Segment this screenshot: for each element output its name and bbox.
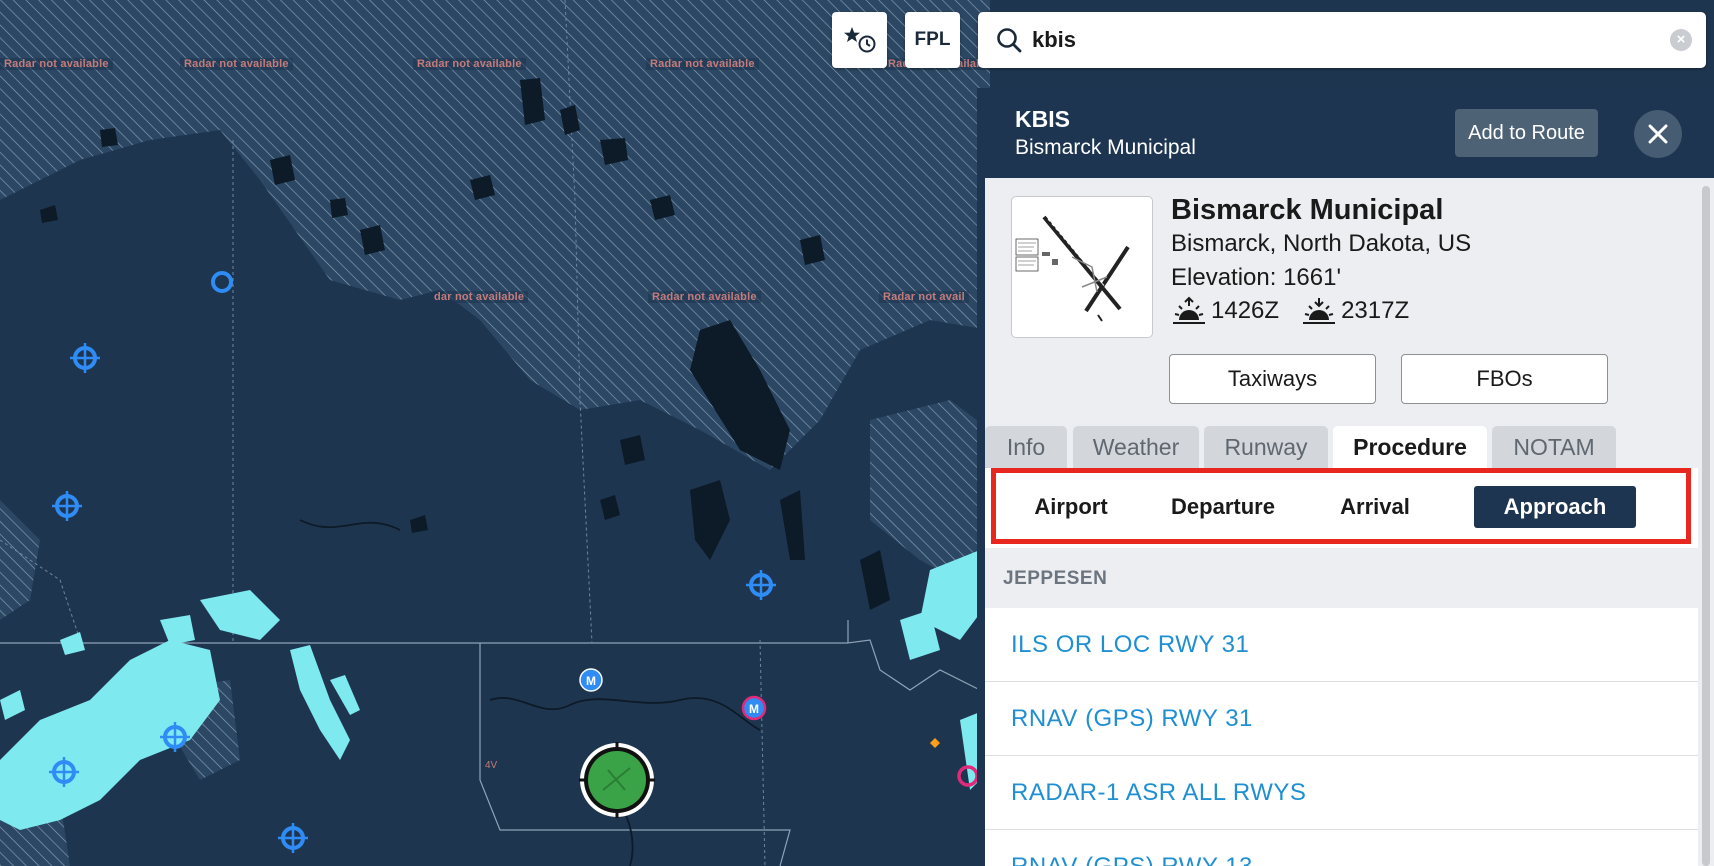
airport-info-panel: KBIS Bismarck Municipal Add to Route Bis… (977, 88, 1714, 866)
clear-search-icon[interactable]: × (1670, 29, 1692, 51)
panel-header: KBIS Bismarck Municipal Add to Route (977, 88, 1714, 178)
selected-airport-marker[interactable] (579, 742, 655, 818)
radar-na-label: Radar not available (646, 58, 759, 70)
procedure-item[interactable]: ILS OR LOC RWY 31 (985, 608, 1698, 682)
sun-times: 1426Z 2317Z (1171, 296, 1409, 326)
subtab-departure[interactable]: Departure (1153, 486, 1293, 528)
svg-text:M: M (749, 702, 759, 716)
sunrise-icon (1173, 296, 1205, 324)
favorites-recents-button[interactable] (832, 12, 887, 68)
towered-airport-marker[interactable]: M (741, 695, 767, 721)
close-panel-button[interactable] (1634, 110, 1682, 158)
sunrise-time: 1426Z (1211, 297, 1280, 324)
search-box[interactable]: × (978, 12, 1706, 68)
taxiways-button[interactable]: Taxiways (1169, 354, 1376, 404)
sunset-icon (1303, 298, 1336, 324)
airport-identifier: KBIS (1015, 106, 1070, 132)
orange-marker (930, 738, 940, 748)
tab-weather[interactable]: Weather (1073, 426, 1199, 468)
panel-body[interactable]: Bismarck Municipal Bismarck, North Dakot… (985, 178, 1698, 866)
section-header-jeppesen: JEPPESEN (985, 548, 1698, 608)
scrollbar-thumb[interactable] (1702, 186, 1710, 866)
star-clock-icon (843, 27, 875, 53)
airport-name: Bismarck Municipal (1171, 194, 1444, 226)
airport-location: Bismarck, North Dakota, US (1171, 230, 1472, 257)
procedure-item[interactable]: RNAV (GPS) RWY 31 (985, 682, 1698, 756)
rivers (299, 519, 761, 866)
procedure-type-selector: Airport Departure Arrival Approach (985, 468, 1698, 548)
tab-notam[interactable]: NOTAM (1492, 426, 1616, 468)
procedure-item[interactable]: RADAR-1 ASR ALL RWYS (985, 756, 1698, 830)
airport-marker[interactable] (278, 823, 308, 853)
svg-text:M: M (586, 674, 596, 688)
subtab-arrival[interactable]: Arrival (1315, 486, 1435, 528)
fbos-button[interactable]: FBOs (1401, 354, 1608, 404)
towered-airport-marker[interactable]: M (579, 668, 603, 692)
airport-diagram-image (1015, 215, 1130, 322)
add-to-route-button[interactable]: Add to Route (1455, 109, 1598, 157)
tab-runway[interactable]: Runway (1204, 426, 1328, 468)
radar-na-label: Radar not available (413, 58, 526, 70)
radar-na-label: Radar not avail (879, 291, 969, 303)
tab-info[interactable]: Info (985, 426, 1067, 468)
airport-marker[interactable] (746, 570, 776, 600)
airport-diagram-thumbnail[interactable] (1011, 196, 1153, 338)
search-input[interactable] (1032, 27, 1632, 53)
airport-marker[interactable] (211, 271, 233, 293)
route-label: 4V (485, 760, 498, 771)
airport-marker[interactable] (52, 491, 82, 521)
close-icon (1648, 124, 1668, 144)
radar-na-label: Radar not available (0, 58, 113, 70)
airport-elevation: Elevation: 1661' (1171, 264, 1342, 291)
subtab-airport[interactable]: Airport (1011, 486, 1131, 528)
radar-na-label: dar not available (430, 291, 529, 303)
flight-plan-button[interactable]: FPL (905, 12, 960, 68)
airport-marker[interactable] (70, 343, 100, 373)
sunset-time: 2317Z (1341, 297, 1410, 324)
tab-procedure[interactable]: Procedure (1333, 426, 1487, 468)
airport-header-name: Bismarck Municipal (1015, 136, 1196, 159)
procedure-item[interactable]: RNAV (GPS) RWY 13 (985, 830, 1698, 866)
radar-na-label: Radar not available (648, 291, 761, 303)
radar-na-label: Radar not available (180, 58, 293, 70)
subtab-approach[interactable]: Approach (1474, 486, 1636, 528)
panel-scrollbar[interactable] (1698, 178, 1714, 866)
search-icon (997, 28, 1022, 53)
airport-tabs: Info Weather Runway Procedure NOTAM (985, 426, 1698, 468)
precipitation (0, 550, 990, 830)
procedure-list: ILS OR LOC RWY 31 RNAV (GPS) RWY 31 RADA… (985, 608, 1698, 866)
